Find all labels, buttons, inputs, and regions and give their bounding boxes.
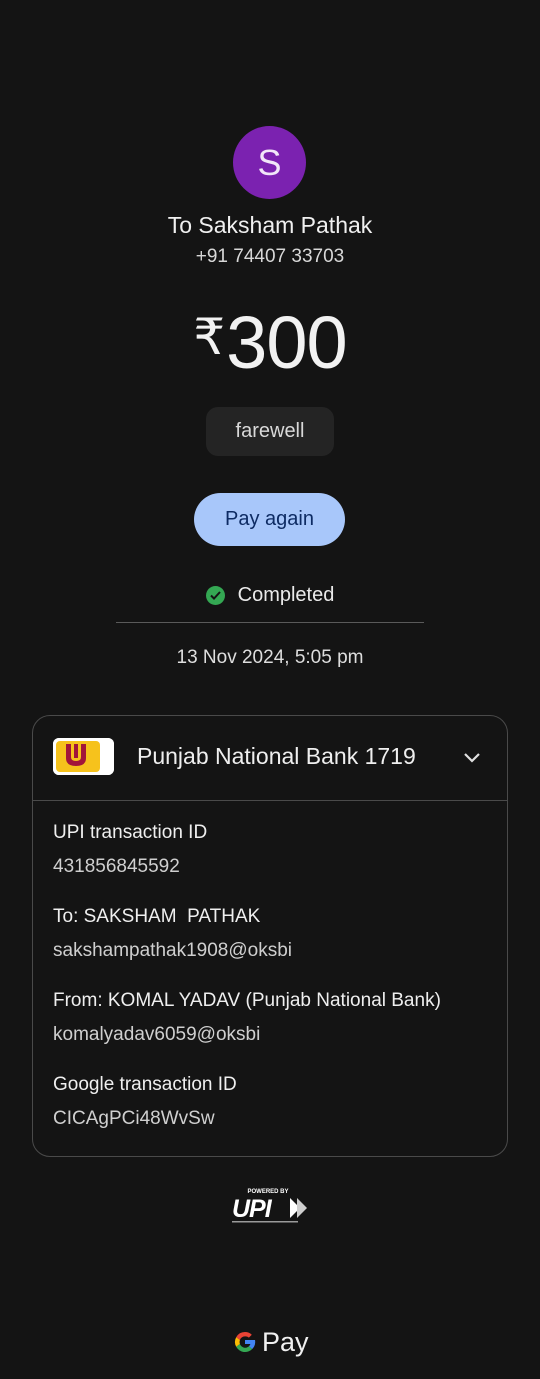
detail-upi-transaction-id: UPI transaction ID 431856845592 <box>53 822 487 882</box>
status-row: Completed <box>0 584 540 607</box>
bank-name: Punjab National Bank 1719 <box>137 743 416 769</box>
chevron-down-icon[interactable] <box>461 746 483 768</box>
amount: ₹300 <box>0 300 540 385</box>
currency-symbol: ₹ <box>193 309 225 365</box>
google-pay-text: Pay <box>262 1326 309 1357</box>
google-g-letter: G <box>245 1345 246 1347</box>
transaction-datetime: 13 Nov 2024, 5:05 pm <box>176 647 364 668</box>
details-list: UPI transaction ID 431856845592 To: SAKS… <box>53 822 487 1158</box>
note-text: farewell <box>235 420 305 442</box>
transaction-details-card: Punjab National Bank 1719 UPI transactio… <box>32 715 508 1157</box>
upi-brand: UPI <box>232 1195 273 1223</box>
detail-value: 431856845592 <box>53 856 180 877</box>
pay-again-button[interactable]: Pay again <box>194 493 345 546</box>
note-chip: farewell <box>206 407 334 456</box>
bank-account-row[interactable]: Punjab National Bank 1719 <box>33 716 507 801</box>
status-label: Completed <box>237 584 335 606</box>
avatar-initial: S <box>257 141 282 183</box>
detail-label: UPI transaction ID <box>53 822 208 843</box>
bank-logo-icon <box>53 738 114 775</box>
check-circle-icon <box>205 586 225 605</box>
divider <box>116 622 424 623</box>
google-g-icon: G <box>234 1332 256 1353</box>
upi-logo: POWERED BY UPI <box>232 1189 307 1223</box>
detail-value: sakshampathak1908@oksbi <box>53 940 292 961</box>
detail-to: To: SAKSHAM PATHAK sakshampathak1908@oks… <box>53 906 487 966</box>
avatar: S <box>233 126 306 199</box>
detail-label: Google transaction ID <box>53 1074 237 1095</box>
detail-value: komalyadav6059@oksbi <box>53 1024 261 1045</box>
detail-label: To: SAKSHAM PATHAK <box>53 906 261 927</box>
google-pay-logo: G Pay <box>232 1326 309 1358</box>
detail-value: CICAgPCi48WvSw <box>53 1108 215 1129</box>
recipient-name: To Saksham Pathak <box>167 212 373 238</box>
detail-google-transaction-id: Google transaction ID CICAgPCi48WvSw <box>53 1074 487 1134</box>
recipient-phone: +91 74407 33703 <box>195 246 345 267</box>
detail-from: From: KOMAL YADAV (Punjab National Bank)… <box>53 990 487 1050</box>
detail-label: From: KOMAL YADAV (Punjab National Bank) <box>53 990 441 1011</box>
amount-value: 300 <box>226 301 347 384</box>
